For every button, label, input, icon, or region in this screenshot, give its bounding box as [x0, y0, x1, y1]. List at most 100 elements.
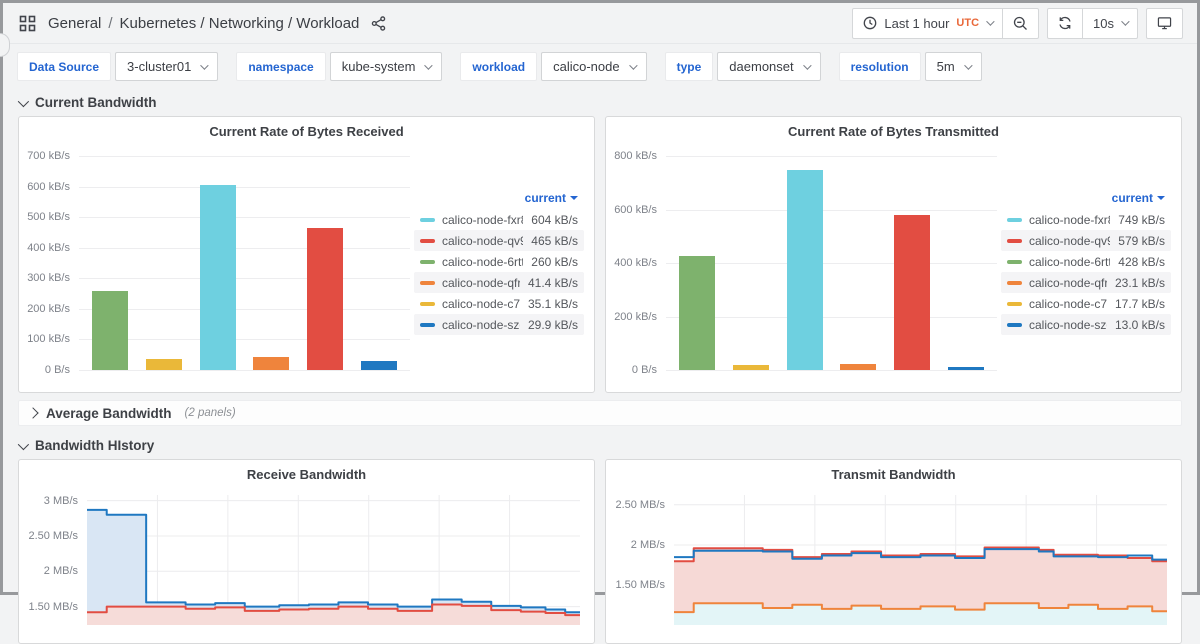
legend-series-value: 17.7 kB/s — [1115, 297, 1165, 311]
zoom-out-button[interactable] — [1002, 9, 1038, 38]
bar-calico-node-c7z49[interactable] — [733, 365, 769, 370]
bar-calico-node-6rttz[interactable] — [92, 291, 128, 370]
variable-value-dropdown[interactable]: 5m — [925, 52, 982, 81]
plot-area[interactable] — [79, 156, 410, 370]
chevron-down-icon — [1121, 17, 1129, 25]
legend-swatch — [420, 281, 435, 285]
legend-item-calico-node-c7z49[interactable]: calico-node-c7z4935.1 kB/s — [414, 293, 584, 314]
legend-swatch — [420, 260, 435, 264]
legend-series-value: 41.4 kB/s — [528, 276, 578, 290]
bar-calico-node-szggp[interactable] — [948, 367, 984, 370]
variable-value-dropdown[interactable]: calico-node — [541, 52, 647, 81]
legend-swatch — [420, 218, 435, 222]
legend-item-calico-node-qv9wd[interactable]: calico-node-qv9wd465 kB/s — [414, 230, 584, 251]
gridline-h — [666, 370, 997, 371]
refresh-icon — [1058, 16, 1072, 30]
legend-swatch — [420, 302, 435, 306]
clock-icon — [863, 16, 877, 30]
navbar: General / Kubernetes / Networking / Work… — [3, 3, 1197, 44]
panels-count-note: (2 panels) — [185, 407, 236, 419]
line-chart-transmit[interactable]: 1.50 MB/s2 MB/s2.50 MB/s — [612, 495, 1167, 625]
bar-calico-node-szggp[interactable] — [361, 361, 397, 370]
legend-item-calico-node-c7z49[interactable]: calico-node-c7z4917.7 kB/s — [1001, 293, 1171, 314]
legend-item-calico-node-szggp[interactable]: calico-node-szggp29.9 kB/s — [414, 314, 584, 335]
line-chart-receive[interactable]: 1.50 MB/s2 MB/s2.50 MB/s3 MB/s — [25, 495, 580, 625]
current-bandwidth-panels: Current Rate of Bytes Received 0 B/s100 … — [18, 116, 1182, 393]
variable-value: 5m — [937, 59, 955, 74]
apps-grid-icon[interactable] — [17, 13, 38, 34]
plot-area[interactable] — [87, 495, 580, 625]
variable-label: resolution — [839, 52, 921, 81]
time-range-picker[interactable]: Last 1 hour UTC — [853, 9, 1002, 38]
variable-value-dropdown[interactable]: daemonset — [717, 52, 820, 81]
panel-title[interactable]: Receive Bandwidth — [19, 460, 594, 483]
y-tick-label: 2.50 MB/s — [615, 499, 665, 511]
bar-calico-node-c7z49[interactable] — [146, 359, 182, 370]
refresh-button[interactable] — [1048, 9, 1082, 38]
legend-series-value: 428 kB/s — [1118, 255, 1165, 269]
timezone-label: UTC — [956, 17, 979, 29]
row-average-bandwidth[interactable]: Average Bandwidth (2 panels) — [18, 400, 1182, 426]
row-current-bandwidth[interactable]: Current Bandwidth — [3, 90, 1197, 116]
bars-group — [79, 156, 410, 370]
bar-calico-node-qfrxl[interactable] — [840, 364, 876, 370]
refresh-group: 10s — [1047, 8, 1138, 39]
variable-value-dropdown[interactable]: kube-system — [330, 52, 443, 81]
y-tick-label: 700 kB/s — [27, 150, 70, 162]
legend-item-calico-node-qfrxl[interactable]: calico-node-qfrxl23.1 kB/s — [1001, 272, 1171, 293]
series-blue-series-line — [87, 510, 580, 612]
bar-chart-received[interactable]: 0 B/s100 kB/s200 kB/s300 kB/s400 kB/s500… — [25, 156, 410, 370]
legend-series-name: calico-node-qv9wd — [442, 234, 523, 248]
panel-title[interactable]: Current Rate of Bytes Transmitted — [606, 117, 1181, 140]
bar-chart-transmitted[interactable]: 0 B/s200 kB/s400 kB/s600 kB/s800 kB/s — [612, 156, 997, 370]
legend-item-calico-node-fxr8s[interactable]: calico-node-fxr8s604 kB/s — [414, 209, 584, 230]
legend-item-calico-node-qfrxl[interactable]: calico-node-qfrxl41.4 kB/s — [414, 272, 584, 293]
legend-item-calico-node-qv9wd[interactable]: calico-node-qv9wd579 kB/s — [1001, 230, 1171, 251]
legend-sort-current[interactable]: current — [525, 191, 566, 205]
legend-series-value: 23.1 kB/s — [1115, 276, 1165, 290]
chevron-right-icon — [27, 407, 38, 418]
kiosk-group — [1146, 8, 1183, 39]
timeseries-svg — [674, 495, 1167, 625]
bar-calico-node-fxr8s[interactable] — [787, 170, 823, 370]
y-tick-label: 200 kB/s — [27, 303, 70, 315]
y-tick-label: 1.50 MB/s — [28, 601, 78, 613]
breadcrumb-folder[interactable]: General — [48, 15, 101, 32]
refresh-interval-picker[interactable]: 10s — [1082, 9, 1137, 38]
panel-title[interactable]: Current Rate of Bytes Received — [19, 117, 594, 140]
y-tick-label: 400 kB/s — [614, 257, 657, 269]
legend-series-name: calico-node-6rttz — [1029, 255, 1110, 269]
legend-item-calico-node-fxr8s[interactable]: calico-node-fxr8s749 kB/s — [1001, 209, 1171, 230]
y-tick-label: 2 MB/s — [631, 539, 665, 551]
legend-swatch — [1007, 260, 1022, 264]
variable-value-dropdown[interactable]: 3-cluster01 — [115, 52, 218, 81]
variable-value: daemonset — [729, 59, 793, 74]
bar-calico-node-qv9wd[interactable] — [894, 215, 930, 370]
legend-series-value: 35.1 kB/s — [528, 297, 578, 311]
y-tick-label: 400 kB/s — [27, 242, 70, 254]
variable-value: 3-cluster01 — [127, 59, 191, 74]
legend-series-name: calico-node-szggp — [442, 318, 520, 332]
dashboard-area: Current Bandwidth Current Rate of Bytes … — [3, 90, 1197, 644]
legend-item-calico-node-6rttz[interactable]: calico-node-6rttz260 kB/s — [414, 251, 584, 272]
legend-item-calico-node-szggp[interactable]: calico-node-szggp13.0 kB/s — [1001, 314, 1171, 335]
legend-sort-current[interactable]: current — [1112, 191, 1153, 205]
plot-area[interactable] — [666, 156, 997, 370]
variable-value: kube-system — [342, 59, 416, 74]
panel-transmit-bandwidth: Transmit Bandwidth 1.50 MB/s2 MB/s2.50 M… — [605, 459, 1182, 644]
row-bandwidth-history[interactable]: Bandwidth HIstory — [3, 433, 1197, 459]
panel-title[interactable]: Transmit Bandwidth — [606, 460, 1181, 483]
bar-calico-node-qfrxl[interactable] — [253, 357, 289, 370]
share-icon[interactable] — [369, 14, 388, 33]
breadcrumb-dashboard-title[interactable]: Kubernetes / Networking / Workload — [120, 15, 360, 32]
y-axis: 0 B/s200 kB/s400 kB/s600 kB/s800 kB/s — [612, 156, 666, 370]
legend-item-calico-node-6rttz[interactable]: calico-node-6rttz 428 kB/s — [1001, 251, 1171, 272]
bar-calico-node-6rttz[interactable] — [679, 256, 715, 370]
kiosk-mode-button[interactable] — [1147, 9, 1182, 38]
plot-area[interactable] — [674, 495, 1167, 625]
bar-calico-node-fxr8s[interactable] — [200, 185, 236, 370]
row-title: Current Bandwidth — [35, 95, 157, 110]
bar-calico-node-qv9wd[interactable] — [307, 228, 343, 370]
chevron-down-icon — [201, 61, 209, 69]
y-tick-label: 600 kB/s — [27, 181, 70, 193]
